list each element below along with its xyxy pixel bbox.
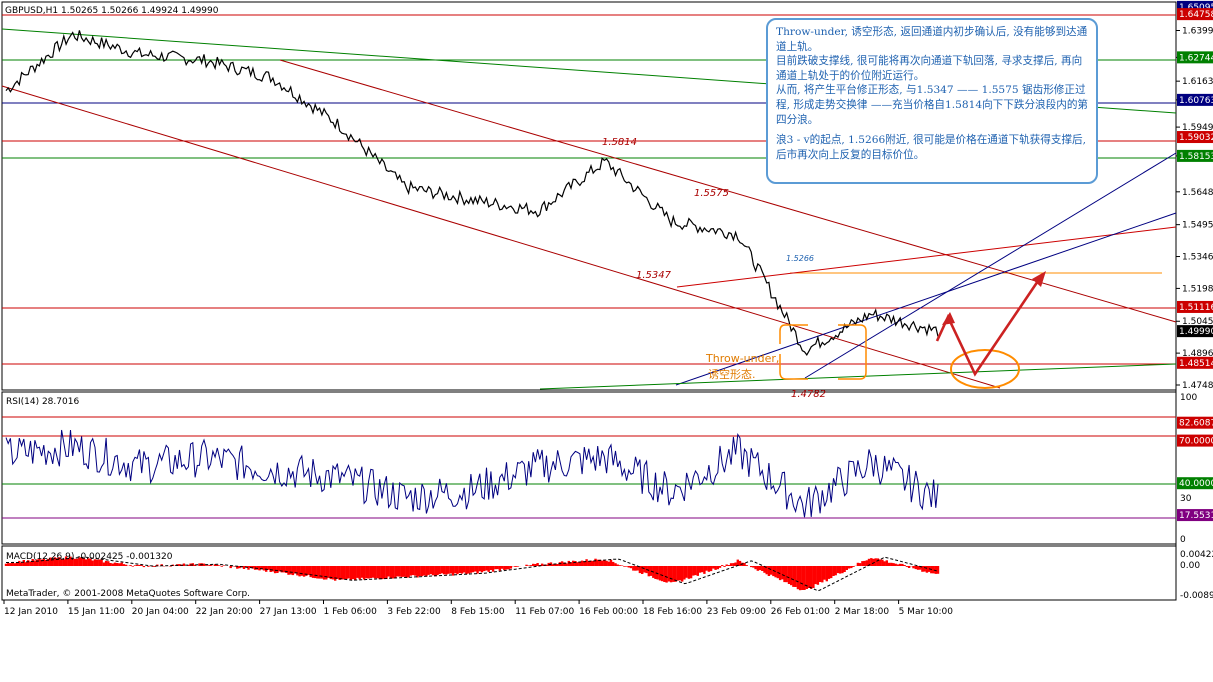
time-tick-label: 27 Jan 13:00 xyxy=(260,607,317,617)
macd-title: MACD(12,26,9) -0.002425 -0.001320 xyxy=(6,552,173,562)
price-marker-label: 1.49990 xyxy=(1179,327,1213,337)
level-label: 1.4782 xyxy=(791,389,826,400)
price-tick-label: 1.47480 xyxy=(1182,381,1213,391)
symbol-header: GBPUSD,H1 1.50265 1.50266 1.49924 1.4999… xyxy=(5,6,219,16)
price-marker-label: 1.58153 xyxy=(1179,152,1213,162)
time-tick-label: 5 Mar 10:00 xyxy=(899,607,954,617)
throw-under-label: Throw-under, xyxy=(705,352,779,365)
annotation-paragraph: Throw-under, 诱空形态, 返回通道内初步确认后, 没有能够到达通道上… xyxy=(776,26,1088,53)
price-marker-label: 1.60763 xyxy=(1179,96,1213,106)
annotation-paragraph: 从而, 将产生平台修正形态, 与1.5347 —— 1.5575 锯齿形修正过程… xyxy=(776,84,1089,126)
price-tick-label: 1.61635 xyxy=(1182,77,1213,87)
annotation-paragraph: 浪3 - v的起点, 1.5266附近, 很可能是价格在通道下轨获得支撑后, 后… xyxy=(776,134,1090,161)
time-tick-label: 11 Feb 07:00 xyxy=(515,607,574,617)
annotation-paragraph: 目前跌破支撑线, 很可能将再次向通道下轨回落, 寻求支撑后, 再向通道上轨处于的… xyxy=(776,55,1083,82)
macd-scale-label: 0.004224 xyxy=(1180,550,1213,560)
rsi-scale-label: 100 xyxy=(1180,393,1197,403)
price-marker-label: 1.48514 xyxy=(1179,359,1213,369)
price-tick-label: 1.63995 xyxy=(1182,27,1213,37)
price-marker-label: 1.64758 xyxy=(1179,10,1213,20)
macd-scale-label: 0.00 xyxy=(1180,561,1200,571)
time-tick-label: 15 Jan 11:00 xyxy=(68,607,125,617)
time-tick-label: 20 Jan 04:00 xyxy=(132,607,189,617)
time-tick-label: 16 Feb 00:00 xyxy=(579,607,638,617)
macd-scale-label: -0.00897 xyxy=(1180,591,1213,601)
time-tick-label: 2 Mar 18:00 xyxy=(835,607,890,617)
time-tick-label: 18 Feb 16:00 xyxy=(643,607,702,617)
rsi-panel-frame xyxy=(1,391,1177,545)
price-marker-label: 1.62744 xyxy=(1179,53,1213,63)
time-tick-label: 22 Jan 20:00 xyxy=(196,607,253,617)
price-tick-label: 1.54950 xyxy=(1182,221,1213,231)
rsi-marker-label: 17.5531 xyxy=(1179,511,1213,521)
chart-window[interactable]: 1.639951.627441.616351.607631.594951.581… xyxy=(0,0,1213,678)
price-scale-markers: 1.650951.647581.627441.607631.590321.581… xyxy=(1177,0,1213,369)
time-axis: 12 Jan 2010 15 Jan 11:00 20 Jan 04:00 22 Ja… xyxy=(3,600,954,617)
level-label: 1.5575 xyxy=(694,188,729,199)
level-label: 1.5347 xyxy=(636,270,672,281)
rsi-scale-label: 0 xyxy=(1180,535,1186,545)
rsi-scale-label: 30 xyxy=(1180,494,1192,504)
analysis-annotation-box: Throw-under, 诱空形态, 返回通道内初步确认后, 没有能够到达通道上… xyxy=(766,18,1098,184)
rsi-marker-label: 40.0000 xyxy=(1179,479,1213,489)
time-tick-label: 23 Feb 09:00 xyxy=(707,607,766,617)
throw-under-label-cn: 诱空形态. xyxy=(708,367,756,381)
copyright-text: MetaTrader, © 2001-2008 MetaQuotes Softw… xyxy=(6,589,250,599)
time-tick-label: 12 Jan 2010 xyxy=(4,607,58,617)
time-tick-label: 26 Feb 01:00 xyxy=(771,607,830,617)
price-tick-label: 1.56480 xyxy=(1182,188,1213,198)
time-tick-label: 1 Feb 06:00 xyxy=(324,607,378,617)
price-marker-label: 1.51116 xyxy=(1179,303,1213,313)
time-tick-label: 3 Feb 22:00 xyxy=(387,607,441,617)
price-tick-label: 1.53465 xyxy=(1182,253,1213,263)
price-tick-label: 1.51980 xyxy=(1182,284,1213,294)
level-label: 1.5814 xyxy=(602,137,637,148)
price-marker-label: 1.59032 xyxy=(1179,133,1213,143)
rsi-title: RSI(14) 28.7016 xyxy=(6,397,79,407)
time-tick-label: 8 Feb 15:00 xyxy=(451,607,505,617)
level-label: 1.5266 xyxy=(786,254,814,263)
rsi-marker-label: 70.0000 xyxy=(1179,437,1213,447)
rsi-marker-label: 82.6087 xyxy=(1179,419,1213,429)
rsi-scale-markers: 82.6087 70.0000 40.0000 17.5531 xyxy=(1177,416,1213,522)
